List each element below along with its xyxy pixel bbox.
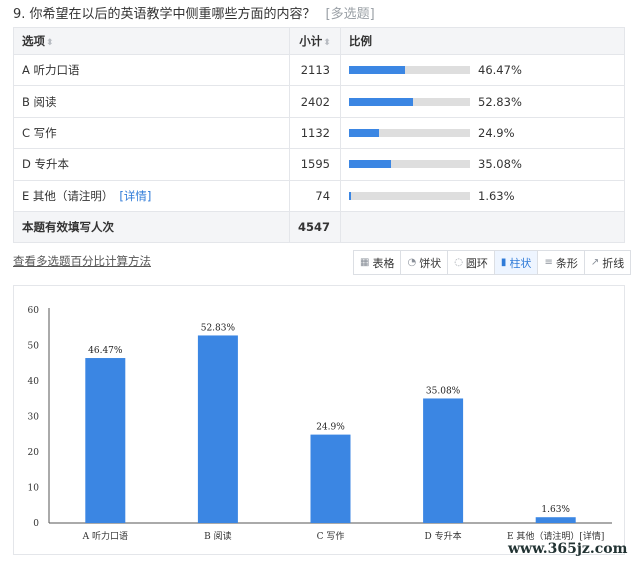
y-tick-label: 20 bbox=[28, 448, 40, 458]
bar-value-label: 1.63% bbox=[541, 505, 570, 515]
ratio-bar-fill bbox=[349, 128, 380, 137]
table-row: C 写作 1132 24.9% bbox=[13, 116, 625, 150]
view-hbar-button[interactable]: ≡ 条形 bbox=[537, 251, 584, 274]
option-label: C 写作 bbox=[13, 116, 290, 150]
ratio-text: 52.83% bbox=[478, 94, 522, 109]
x-tick-label: D 专升本 bbox=[425, 530, 462, 542]
option-label: B 阅读 bbox=[13, 85, 290, 118]
option-label: E 其他（请注明） [详情] bbox=[13, 179, 290, 212]
bar bbox=[197, 335, 238, 523]
y-tick-label: 30 bbox=[28, 413, 40, 423]
option-count: 1132 bbox=[288, 116, 342, 150]
option-label: A 听力口语 bbox=[13, 53, 290, 87]
table-header-row: 选项⬍ 小计⬍ 比例 bbox=[13, 27, 625, 55]
sort-icon[interactable]: ⬍ bbox=[323, 38, 331, 48]
ratio-cell: 35.08% bbox=[340, 148, 625, 181]
option-count: 74 bbox=[288, 179, 342, 212]
detail-link[interactable]: [详情] bbox=[119, 189, 151, 203]
x-tick-label: A 听力口语 bbox=[82, 530, 128, 542]
ratio-text: 24.9% bbox=[478, 125, 515, 140]
question-title: 9. 你希望在以后的英语教学中侧重哪些方面的内容？ [多选题] bbox=[13, 3, 375, 22]
option-count: 2402 bbox=[288, 85, 342, 118]
x-tick-label: C 写作 bbox=[317, 530, 345, 542]
header-count[interactable]: 小计⬍ bbox=[288, 27, 342, 55]
calc-method-link[interactable]: 查看多选题百分比计算方法 bbox=[13, 253, 151, 269]
ratio-bar-fill bbox=[349, 66, 406, 75]
chart-view-toggle: ▦ 表格 ◔ 饼状 ◌ 圆环 ▮ 柱状 ≡ 条形 ↗ 折线 bbox=[353, 250, 632, 275]
question-text: 9. 你希望在以后的英语教学中侧重哪些方面的内容？ bbox=[13, 7, 316, 22]
view-table-button[interactable]: ▦ 表格 bbox=[354, 251, 401, 274]
bar-value-label: 52.83% bbox=[201, 323, 236, 333]
total-label: 本题有效填写人次 bbox=[13, 210, 290, 244]
bar-value-label: 46.47% bbox=[88, 346, 123, 356]
y-tick-label: 60 bbox=[28, 306, 40, 316]
table-row: B 阅读 2402 52.83% bbox=[13, 85, 625, 118]
bar bbox=[423, 398, 464, 523]
bar-chart-icon: ▮ bbox=[500, 257, 507, 268]
ratio-cell: 52.83% bbox=[340, 85, 625, 118]
bar-value-label: 35.08% bbox=[426, 386, 461, 396]
view-line-button[interactable]: ↗ 折线 bbox=[583, 251, 631, 274]
result-table: 选项⬍ 小计⬍ 比例 A 听力口语 2113 46.47% B 阅读 2402 … bbox=[13, 27, 625, 244]
bar-chart: 0 10 20 30 40 50 60 46.47% A 听力口语 52.83% B 阅读 24.9%… bbox=[28, 306, 612, 542]
bar bbox=[535, 517, 576, 523]
ratio-cell: 46.47% bbox=[340, 53, 625, 87]
ratio-bar bbox=[349, 97, 471, 106]
ratio-bar-fill bbox=[349, 160, 392, 169]
ratio-bar bbox=[349, 66, 471, 75]
ratio-bar bbox=[349, 128, 471, 137]
bar bbox=[310, 434, 351, 523]
option-label: D 专升本 bbox=[13, 148, 290, 181]
bar bbox=[85, 358, 126, 523]
total-empty-cell bbox=[340, 210, 625, 244]
y-tick-label: 10 bbox=[28, 484, 40, 494]
ratio-bar-fill bbox=[349, 191, 351, 200]
ratio-bar bbox=[349, 160, 471, 169]
table-row: D 专升本 1595 35.08% bbox=[13, 148, 625, 181]
table-row: A 听力口语 2113 46.47% bbox=[13, 53, 625, 87]
view-bar-button[interactable]: ▮ 柱状 bbox=[493, 251, 538, 274]
view-ring-button[interactable]: ◌ 圆环 bbox=[447, 251, 494, 274]
ratio-text: 35.08% bbox=[478, 157, 522, 172]
ratio-text: 46.47% bbox=[478, 63, 522, 78]
table-row: E 其他（请注明） [详情] 74 1.63% bbox=[13, 179, 625, 212]
view-pie-button[interactable]: ◔ 饼状 bbox=[400, 251, 448, 274]
bar-chart-panel: 0 10 20 30 40 50 60 46.47% A 听力口语 52.83% B 阅读 24.9%… bbox=[13, 285, 625, 555]
option-count: 1595 bbox=[288, 148, 342, 181]
sort-icon[interactable]: ⬍ bbox=[46, 38, 54, 48]
ring-icon: ◌ bbox=[454, 257, 463, 268]
y-tick-label: 0 bbox=[33, 519, 39, 529]
header-ratio: 比例 bbox=[340, 27, 625, 55]
ratio-cell: 1.63% bbox=[340, 179, 625, 212]
ratio-text: 1.63% bbox=[478, 188, 515, 203]
bar-value-label: 24.9% bbox=[316, 423, 345, 433]
ratio-cell: 24.9% bbox=[340, 116, 625, 150]
y-tick-label: 40 bbox=[28, 377, 40, 387]
total-row: 本题有效填写人次 4547 bbox=[13, 210, 625, 244]
y-tick-label: 50 bbox=[28, 342, 40, 352]
header-option[interactable]: 选项⬍ bbox=[13, 27, 290, 55]
watermark: www.365jz.com bbox=[508, 541, 628, 557]
table-icon: ▦ bbox=[360, 257, 370, 268]
x-tick-label: B 阅读 bbox=[204, 530, 231, 542]
question-type-tag: [多选题] bbox=[325, 7, 375, 22]
option-count: 2113 bbox=[288, 53, 342, 87]
ratio-bar bbox=[349, 191, 471, 200]
hbar-icon: ≡ bbox=[544, 257, 553, 268]
line-chart-icon: ↗ bbox=[590, 257, 600, 268]
total-count: 4547 bbox=[288, 210, 342, 244]
pie-icon: ◔ bbox=[407, 257, 417, 268]
ratio-bar-fill bbox=[349, 97, 413, 106]
